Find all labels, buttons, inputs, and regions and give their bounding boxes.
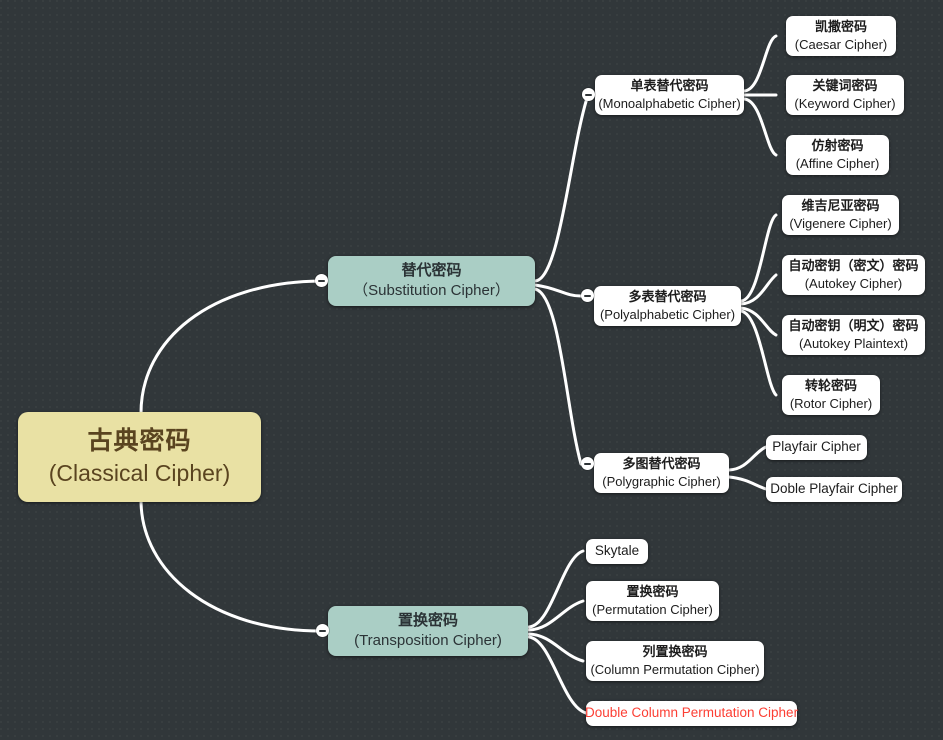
node-root-en-label: (Classical Cipher) [48,460,231,487]
node-caesar[interactable]: 凯撒密码 (Caesar Cipher) [786,16,896,56]
collapse-toggle-polygraphic[interactable] [581,457,594,470]
edge-root-substitution [139,279,323,415]
edge-substitution-monoalphabetic [533,93,590,283]
edge-poly-autokey-cipher [739,273,778,306]
node-column-permutation[interactable]: 列置换密码 (Column Permutation Cipher) [586,641,764,681]
node-vigenere[interactable]: 维吉尼亚密码 (Vigenere Cipher) [782,195,899,235]
edge-transposition-skytale [527,549,585,629]
node-doble-playfair-en-label: Doble Playfair Cipher [770,481,898,497]
node-polygraphic-en-label: (Polygraphic Cipher) [602,473,721,489]
node-polygraphic-cn-label: 多图替代密码 [622,456,701,472]
node-polyalphabetic-cn-label: 多表替代密码 [628,289,707,305]
node-skytale-en-label: Skytale [594,543,640,559]
edge-poly-rotor [739,309,778,397]
node-playfair-en-label: Playfair Cipher [772,439,861,455]
node-keyword-cn-label: 关键词密码 [812,78,878,94]
node-transposition-en-label: (Transposition Cipher) [354,631,502,649]
edge-root-transposition [139,498,323,633]
edge-mono-affine [742,97,778,157]
node-polyalphabetic[interactable]: 多表替代密码 (Polyalphabetic Cipher) [594,286,741,326]
node-vigenere-cn-label: 维吉尼亚密码 [801,198,880,214]
node-substitution-en-label: （Substitution Cipher） [353,281,510,299]
edge-polygraphic-doble-playfair [727,475,768,491]
node-transposition-cn-label: 置换密码 [397,611,458,629]
node-caesar-cn-label: 凯撒密码 [814,19,867,35]
node-caesar-en-label: (Caesar Cipher) [794,36,888,52]
collapse-minus-icon [585,93,592,96]
node-autokey-plaintext-en-label: (Autokey Plaintext) [798,335,909,351]
node-affine[interactable]: 仿射密码 (Affine Cipher) [786,135,889,175]
node-column-permutation-en-label: (Column Permutation Cipher) [590,661,760,677]
node-transposition[interactable]: 置换密码 (Transposition Cipher) [328,606,528,656]
edge-poly-vigenere [739,213,778,303]
node-permutation-cn-label: 置换密码 [626,584,679,600]
node-autokey-plaintext-cn-label: 自动密钥（明文）密码 [788,318,919,334]
node-rotor-en-label: (Rotor Cipher) [789,395,873,411]
collapse-toggle-monoalphabetic[interactable] [582,88,595,101]
node-doble-playfair[interactable]: Doble Playfair Cipher [766,477,902,502]
edge-substitution-polyalphabetic [533,283,583,298]
edge-polygraphic-playfair [727,445,768,472]
node-keyword-en-label: (Keyword Cipher) [794,95,896,111]
node-root-cn-label: 古典密码 [87,427,192,455]
node-double-column-permutation-en-label: Double Column Permutation Cipher [584,705,799,721]
collapse-toggle-transposition[interactable] [316,624,329,637]
node-polyalphabetic-en-label: (Polyalphabetic Cipher) [599,306,736,322]
node-autokey-cipher[interactable]: 自动密钥（密文）密码 (Autokey Cipher) [782,255,925,295]
node-polygraphic[interactable]: 多图替代密码 (Polygraphic Cipher) [594,453,729,493]
collapse-toggle-substitution[interactable] [315,274,328,287]
edge-mono-caesar [742,34,778,93]
node-monoalphabetic-en-label: (Monoalphabetic Cipher) [598,95,741,111]
node-permutation[interactable]: 置换密码 (Permutation Cipher) [586,581,719,621]
node-substitution[interactable]: 替代密码 （Substitution Cipher） [328,256,535,306]
node-monoalphabetic-cn-label: 单表替代密码 [630,78,709,94]
node-double-column-permutation[interactable]: Double Column Permutation Cipher [584,701,799,726]
edge-transposition-double-column [527,635,588,715]
node-affine-cn-label: 仿射密码 [811,138,864,154]
node-vigenere-en-label: (Vigenere Cipher) [789,215,892,231]
node-skytale[interactable]: Skytale [586,539,648,564]
node-autokey-cipher-cn-label: 自动密钥（密文）密码 [788,258,919,274]
node-affine-en-label: (Affine Cipher) [795,155,880,171]
node-rotor[interactable]: 转轮密码 (Rotor Cipher) [782,375,880,415]
node-column-permutation-cn-label: 列置换密码 [642,644,708,660]
collapse-minus-icon [584,462,591,465]
edge-transposition-column-permutation [527,632,585,663]
node-root[interactable]: 古典密码 (Classical Cipher) [18,412,261,502]
node-rotor-cn-label: 转轮密码 [804,378,857,394]
edge-substitution-polygraphic [533,287,583,466]
collapse-minus-icon [584,294,591,297]
node-autokey-plaintext[interactable]: 自动密钥（明文）密码 (Autokey Plaintext) [782,315,925,355]
edge-transposition-permutation [527,599,585,632]
mindmap-canvas: 古典密码 (Classical Cipher) 替代密码 （Substituti… [0,0,943,740]
collapse-toggle-polyalphabetic[interactable] [581,289,594,302]
node-keyword[interactable]: 关键词密码 (Keyword Cipher) [786,75,904,115]
node-permutation-en-label: (Permutation Cipher) [592,601,713,617]
node-monoalphabetic[interactable]: 单表替代密码 (Monoalphabetic Cipher) [595,75,744,115]
node-playfair[interactable]: Playfair Cipher [766,435,867,460]
edge-poly-autokey-plaintext [739,306,778,337]
collapse-minus-icon [318,279,325,282]
collapse-minus-icon [319,629,326,632]
node-autokey-cipher-en-label: (Autokey Cipher) [804,275,903,291]
node-substitution-cn-label: 替代密码 [401,261,462,279]
